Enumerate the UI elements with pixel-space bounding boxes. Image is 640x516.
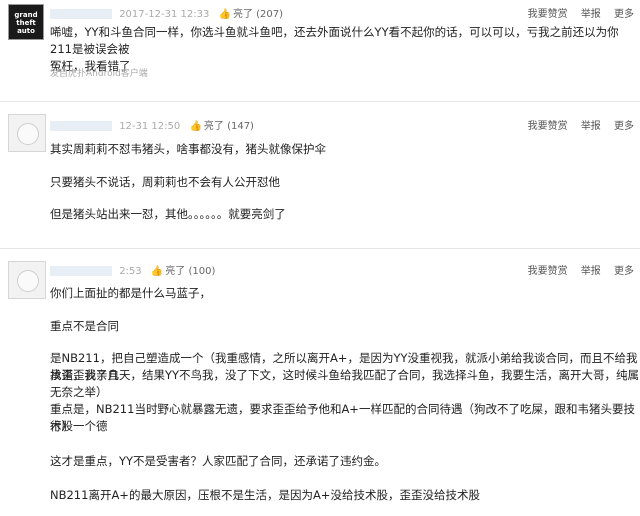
avatar[interactable] xyxy=(8,261,46,299)
comment-actions: 我要赞赏 举报 更多 xyxy=(518,262,634,277)
tip-link[interactable]: 我要赞赏 xyxy=(528,266,568,277)
default-avatar-icon xyxy=(17,270,39,292)
comment-paragraph: 这才是重点，YY不是受害者？人家匹配了合同，还承诺了违约金。 xyxy=(50,454,387,468)
report-link[interactable]: 举报 xyxy=(581,9,601,20)
comment-time: 2017-12-31 12:33 xyxy=(119,9,210,20)
comment-time: 2:53 xyxy=(119,266,142,277)
username-blurred[interactable] xyxy=(50,266,112,276)
more-link[interactable]: 更多 xyxy=(614,9,634,20)
tip-link[interactable]: 我要赞赏 xyxy=(528,121,568,132)
username-blurred[interactable] xyxy=(50,121,112,131)
default-avatar-icon xyxy=(17,123,39,145)
avatar[interactable]: grand theft auto xyxy=(8,4,44,40)
username-blurred[interactable] xyxy=(50,9,112,19)
more-link[interactable]: 更多 xyxy=(614,121,634,132)
like-count[interactable]: 👍 亮了 (147) xyxy=(189,121,254,132)
comment-actions: 我要赞赏 举报 更多 xyxy=(518,117,634,132)
comment-line: 唏嘘，YY和斗鱼合同一样，你选斗鱼就斗鱼吧，还去外面说什么YY看不起你的话，可以… xyxy=(50,25,619,56)
thumb-up-icon: 👍 xyxy=(189,121,202,132)
like-label: 亮了 (100) xyxy=(165,266,216,277)
comment-meta: 2017-12-31 12:33 👍 亮了 (207) xyxy=(50,5,283,20)
like-label: 亮了 (207) xyxy=(232,9,284,20)
comment-post-2: 12-31 12:50 👍 亮了 (147) 我要赞赏 举报 更多 其实周莉莉不怼… xyxy=(0,102,640,252)
comment-paragraph: 你们上面扯的都是什么马蓝子， xyxy=(50,286,211,300)
comment-paragraph: NB211离开A+的最大原因，压根不是生活，是因为A+没给技术股，歪歪没给技术股 xyxy=(50,488,480,502)
comment-paragraph: 重点不是合同 xyxy=(50,319,119,333)
report-link[interactable]: 举报 xyxy=(581,266,601,277)
report-link[interactable]: 举报 xyxy=(581,121,601,132)
avatar[interactable] xyxy=(8,114,46,152)
thumb-up-icon: 👍 xyxy=(218,9,231,20)
comment-paragraph: 行） xyxy=(50,419,73,433)
comment-post-3: 2:53 👍 亮了 (100) 我要赞赏 举报 更多 你们上面扯的都是什么马蓝子，… xyxy=(0,249,640,516)
comment-paragraph: 只要猪头不说话，周莉莉也不会有人公开怼他 xyxy=(50,175,280,189)
avatar-logo-text: grand theft auto xyxy=(14,11,38,35)
comment-paragraph: 找歪歪谈了几天，结果YY不鸟我，没了下文，这时候斗鱼给我匹配了合同，我选择斗鱼，… xyxy=(50,368,640,399)
comment-time: 12-31 12:50 xyxy=(119,121,181,132)
tip-link[interactable]: 我要赞赏 xyxy=(528,9,568,20)
comment-paragraph: 但是猪头站出来一怼，其他。。。。。。就要亮剑了 xyxy=(50,207,286,221)
comment-actions: 我要赞赏 举报 更多 xyxy=(518,5,634,20)
comment-meta: 2:53 👍 亮了 (100) xyxy=(50,262,215,277)
comment-post-1: grand theft auto 2017-12-31 12:33 👍 亮了 (2… xyxy=(0,0,640,100)
more-link[interactable]: 更多 xyxy=(614,266,634,277)
post-source: 发自虎扑Android客户端 xyxy=(50,69,148,79)
like-label: 亮了 (147) xyxy=(203,121,254,132)
like-count[interactable]: 👍 亮了 (100) xyxy=(151,266,216,277)
comment-meta: 12-31 12:50 👍 亮了 (147) xyxy=(50,117,254,132)
thumb-up-icon: 👍 xyxy=(150,266,164,277)
comment-paragraph: 其实周莉莉不怼韦猪头，啥事都没有，猪头就像保护伞 xyxy=(50,142,326,156)
like-count[interactable]: 👍 亮了 (207) xyxy=(219,9,284,20)
